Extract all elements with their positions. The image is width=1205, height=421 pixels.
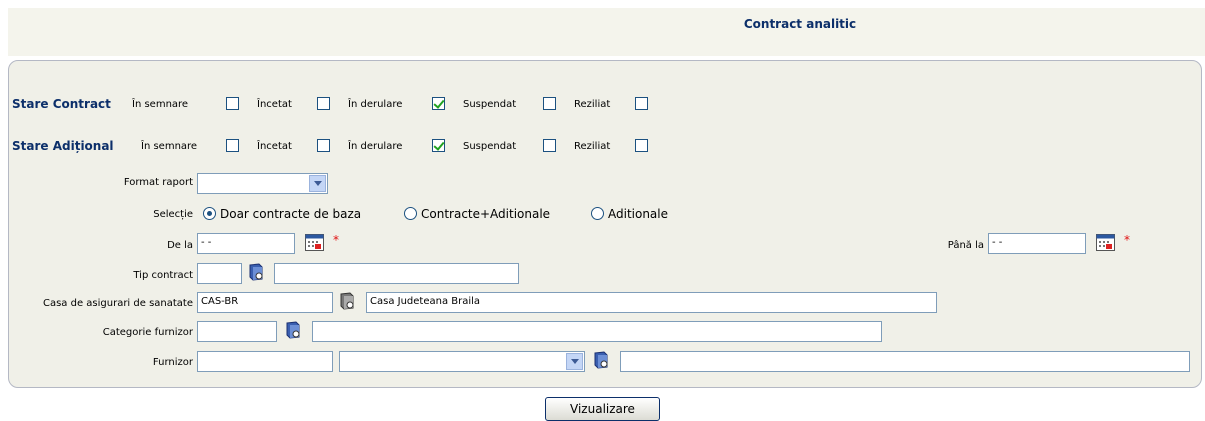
radio-aditionale[interactable] — [591, 207, 604, 220]
format-raport-select[interactable] — [197, 173, 328, 194]
de-la-label: De la — [167, 240, 193, 251]
stare-aditional-label: Stare Adițional — [12, 139, 114, 153]
categorie-furnizor-code-input[interactable] — [197, 321, 277, 342]
sc-incetat-checkbox[interactable] — [317, 97, 330, 110]
sc-suspendat-checkbox[interactable] — [543, 97, 556, 110]
de-la-date-input[interactable]: - - — [197, 233, 295, 254]
furnizor-label: Furnizor — [152, 357, 193, 368]
lookup-book-icon[interactable] — [339, 292, 355, 310]
tip-contract-code-input[interactable] — [197, 263, 242, 284]
tip-contract-name-input[interactable] — [274, 263, 519, 284]
sc-option-label: În semnare — [132, 99, 189, 110]
sa-option-label: Încetat — [257, 141, 292, 152]
required-star: * — [1124, 233, 1130, 247]
required-star: * — [333, 233, 339, 247]
calendar-icon[interactable] — [305, 234, 324, 251]
sa-option-label: În semnare — [141, 141, 198, 152]
sa-reziliat-checkbox[interactable] — [635, 139, 648, 152]
sa-suspendat-checkbox[interactable] — [543, 139, 556, 152]
format-raport-label: Format raport — [123, 177, 193, 188]
lookup-book-icon[interactable] — [248, 263, 264, 281]
sa-in-semnare-checkbox[interactable] — [226, 139, 239, 152]
furnizor-select[interactable] — [339, 351, 585, 372]
lookup-book-icon[interactable] — [593, 351, 609, 369]
sa-option-label: Reziliat — [574, 141, 611, 152]
casa-label: Casa de asigurari de sanatate — [42, 298, 193, 309]
furnizor-name-input[interactable] — [620, 351, 1190, 372]
sc-option-label: Reziliat — [574, 99, 611, 110]
pana-la-date-input[interactable]: - - — [988, 233, 1086, 254]
sa-option-label: Suspendat — [463, 141, 517, 152]
radio-label: Doar contracte de baza — [220, 207, 362, 221]
sc-option-label: Suspendat — [463, 99, 517, 110]
sa-incetat-checkbox[interactable] — [317, 139, 330, 152]
selectie-label: Selecție — [153, 209, 193, 220]
sc-option-label: În derulare — [348, 99, 403, 110]
stare-contract-label: Stare Contract — [12, 97, 111, 111]
vizualizare-button[interactable]: Vizualizare — [545, 397, 660, 421]
page-title: Contract analitic — [743, 17, 857, 31]
lookup-book-icon[interactable] — [285, 321, 301, 339]
casa-code-input[interactable]: CAS-BR — [197, 292, 333, 313]
chevron-down-icon[interactable] — [309, 175, 326, 192]
categorie-furnizor-label: Categorie furnizor — [102, 327, 193, 338]
radio-doar-contracte[interactable] — [203, 207, 216, 220]
casa-name-input[interactable]: Casa Judeteana Braila — [366, 292, 937, 313]
sc-option-label: Încetat — [257, 99, 292, 110]
tip-contract-label: Tip contract — [133, 270, 193, 281]
header-band — [8, 8, 1205, 56]
sc-reziliat-checkbox[interactable] — [635, 97, 648, 110]
sa-in-derulare-checkbox[interactable] — [432, 139, 445, 152]
chevron-down-icon[interactable] — [566, 353, 583, 370]
sc-in-semnare-checkbox[interactable] — [226, 97, 239, 110]
radio-contracte-aditionale[interactable] — [404, 207, 417, 220]
categorie-furnizor-name-input[interactable] — [312, 321, 882, 342]
sa-option-label: În derulare — [348, 141, 403, 152]
radio-label: Contracte+Aditionale — [421, 207, 551, 221]
radio-label: Aditionale — [608, 207, 669, 221]
calendar-icon[interactable] — [1096, 234, 1115, 251]
sc-in-derulare-checkbox[interactable] — [432, 97, 445, 110]
furnizor-code-input[interactable] — [197, 351, 333, 372]
pana-la-label: Până la — [947, 240, 984, 251]
